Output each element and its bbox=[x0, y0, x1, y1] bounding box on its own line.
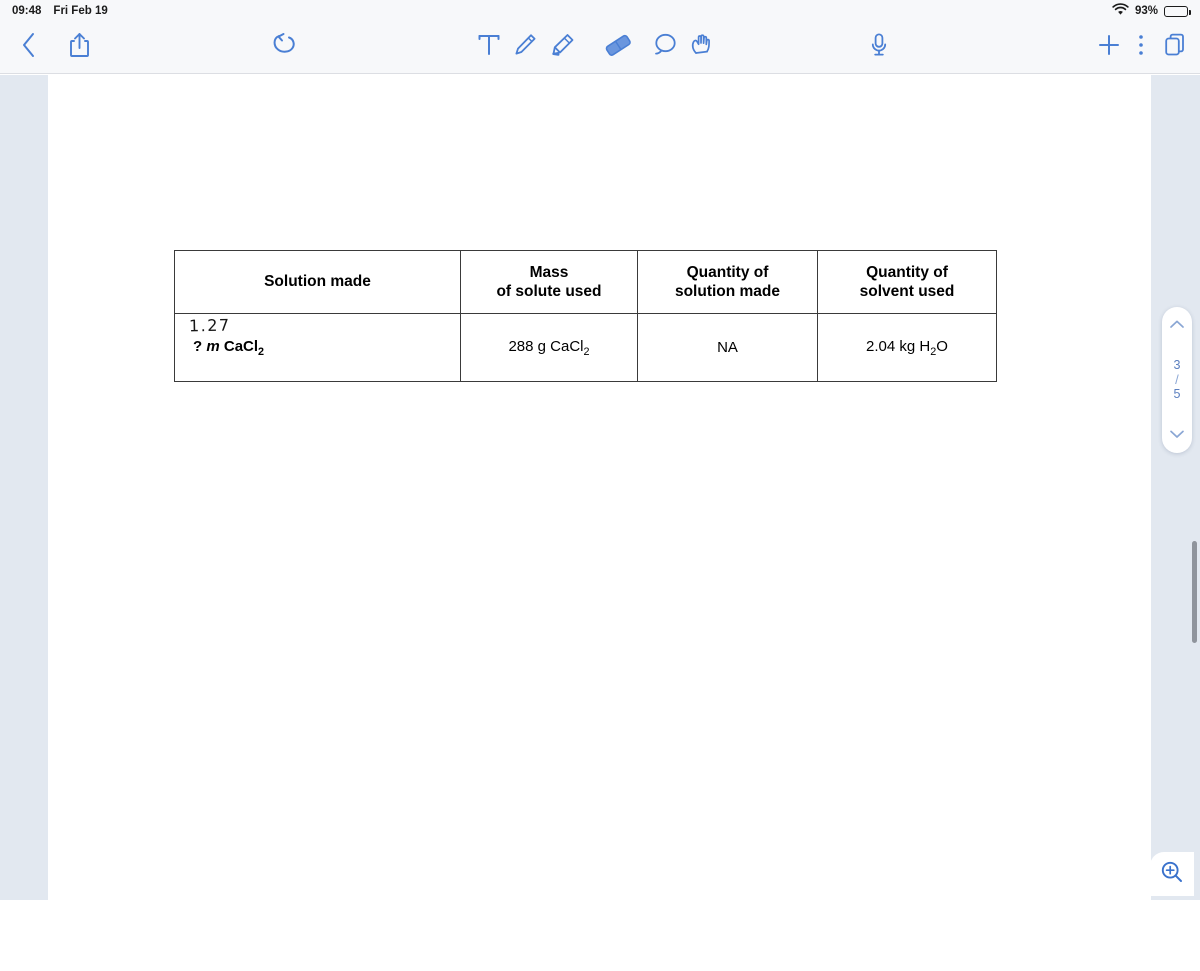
more-vertical-icon bbox=[1138, 33, 1144, 62]
add-button[interactable] bbox=[1092, 22, 1126, 73]
molality-symbol: m bbox=[206, 337, 220, 355]
page-indicator: 3 / 5 bbox=[1174, 358, 1181, 402]
column-header-line2: solution made bbox=[674, 283, 781, 300]
pages-button[interactable] bbox=[1158, 22, 1192, 73]
back-button[interactable] bbox=[12, 22, 46, 73]
undo-icon bbox=[271, 32, 299, 63]
cell-mass-of-solute: 288 g CaCl2 bbox=[460, 313, 638, 382]
battery-icon bbox=[1164, 5, 1191, 17]
column-header-line2: solvent used bbox=[859, 283, 955, 300]
column-header-solution-made: Solution made bbox=[174, 250, 461, 314]
scrollbar-thumb[interactable] bbox=[1192, 541, 1197, 643]
column-header-quantity-solution: Quantity of solution made bbox=[637, 250, 818, 314]
table-row: 1.27 ? m CaCl2 288 g CaCl2 NA 2.04 kg H2… bbox=[174, 313, 997, 382]
cell-solution-made-text: ? m CaCl2 bbox=[193, 337, 265, 358]
microphone-button[interactable] bbox=[862, 22, 896, 73]
cell-solution-made: 1.27 ? m CaCl2 bbox=[174, 313, 461, 382]
solution-data-table: Solution made Mass of solute used Quanti… bbox=[174, 250, 997, 382]
wifi-icon bbox=[1112, 3, 1129, 19]
current-page-number: 3 bbox=[1173, 358, 1181, 373]
hand-tool-button[interactable] bbox=[684, 22, 720, 73]
undo-button[interactable] bbox=[265, 22, 305, 73]
mass-value-subscript: 2 bbox=[583, 345, 590, 358]
status-date: Fri Feb 19 bbox=[53, 5, 108, 17]
handwritten-annotation: 1.27 bbox=[188, 315, 231, 336]
text-tool-icon bbox=[477, 32, 501, 63]
solution-formula: CaCl bbox=[223, 337, 259, 355]
status-bar-right: 93% bbox=[1112, 3, 1191, 19]
chevron-up-icon[interactable] bbox=[1169, 316, 1185, 334]
column-header-quantity-solvent: Quantity of solvent used bbox=[817, 250, 997, 314]
battery-percent-label: 93% bbox=[1134, 5, 1158, 17]
vertical-scrollbar[interactable] bbox=[1190, 153, 1199, 971]
eraser-tool-button[interactable] bbox=[598, 22, 638, 73]
mass-value: 288 g CaCl bbox=[508, 337, 584, 355]
pen-tool-button[interactable] bbox=[508, 22, 542, 73]
more-options-button[interactable] bbox=[1128, 22, 1154, 73]
document-page[interactable]: Solution made Mass of solute used Quanti… bbox=[48, 75, 1151, 900]
lasso-tool-button[interactable] bbox=[648, 22, 682, 73]
column-header-line2: of solute used bbox=[496, 283, 602, 300]
eraser-tool-icon bbox=[602, 32, 634, 63]
microphone-icon bbox=[870, 32, 888, 63]
status-bar-left: 09:48 Fri Feb 19 bbox=[12, 5, 108, 17]
solvent-value: 2.04 kg H bbox=[866, 337, 931, 355]
status-bar: 09:48 Fri Feb 19 93% bbox=[0, 0, 1200, 22]
document-viewport[interactable]: Solution made Mass of solute used Quanti… bbox=[0, 75, 1200, 900]
hand-tool-icon bbox=[689, 32, 715, 63]
plus-icon bbox=[1097, 33, 1121, 62]
solution-formula-subscript: 2 bbox=[258, 345, 265, 358]
highlighter-tool-icon bbox=[549, 32, 576, 63]
table-header-row: Solution made Mass of solute used Quanti… bbox=[174, 250, 997, 314]
total-pages-number: 5 bbox=[1173, 387, 1181, 402]
zoom-in-icon bbox=[1160, 860, 1184, 889]
zoom-in-button[interactable] bbox=[1150, 852, 1194, 896]
pages-icon bbox=[1164, 33, 1186, 62]
column-header-line1: Quantity of bbox=[686, 263, 769, 281]
annotation-toolbar bbox=[0, 22, 1200, 74]
text-tool-button[interactable] bbox=[472, 22, 506, 73]
chevron-left-icon bbox=[21, 32, 37, 63]
solvent-value-suffix: O bbox=[936, 337, 948, 355]
highlighter-tool-button[interactable] bbox=[544, 22, 580, 73]
solution-prefix: ? bbox=[193, 337, 207, 355]
share-button[interactable] bbox=[62, 22, 96, 73]
lasso-tool-icon bbox=[653, 32, 678, 63]
column-header-line1: Mass bbox=[529, 263, 569, 281]
page-navigator[interactable]: 3 / 5 bbox=[1162, 307, 1192, 453]
chevron-down-icon[interactable] bbox=[1169, 426, 1185, 444]
page-separator: / bbox=[1175, 371, 1179, 387]
cell-quantity-of-solvent: 2.04 kg H2O bbox=[817, 313, 997, 382]
status-time: 09:48 bbox=[12, 5, 42, 17]
column-header-mass-of-solute: Mass of solute used bbox=[460, 250, 638, 314]
column-header-line1: Quantity of bbox=[866, 263, 948, 281]
pen-tool-icon bbox=[512, 32, 538, 63]
share-icon bbox=[69, 32, 90, 63]
cell-quantity-of-solution: NA bbox=[637, 313, 818, 382]
